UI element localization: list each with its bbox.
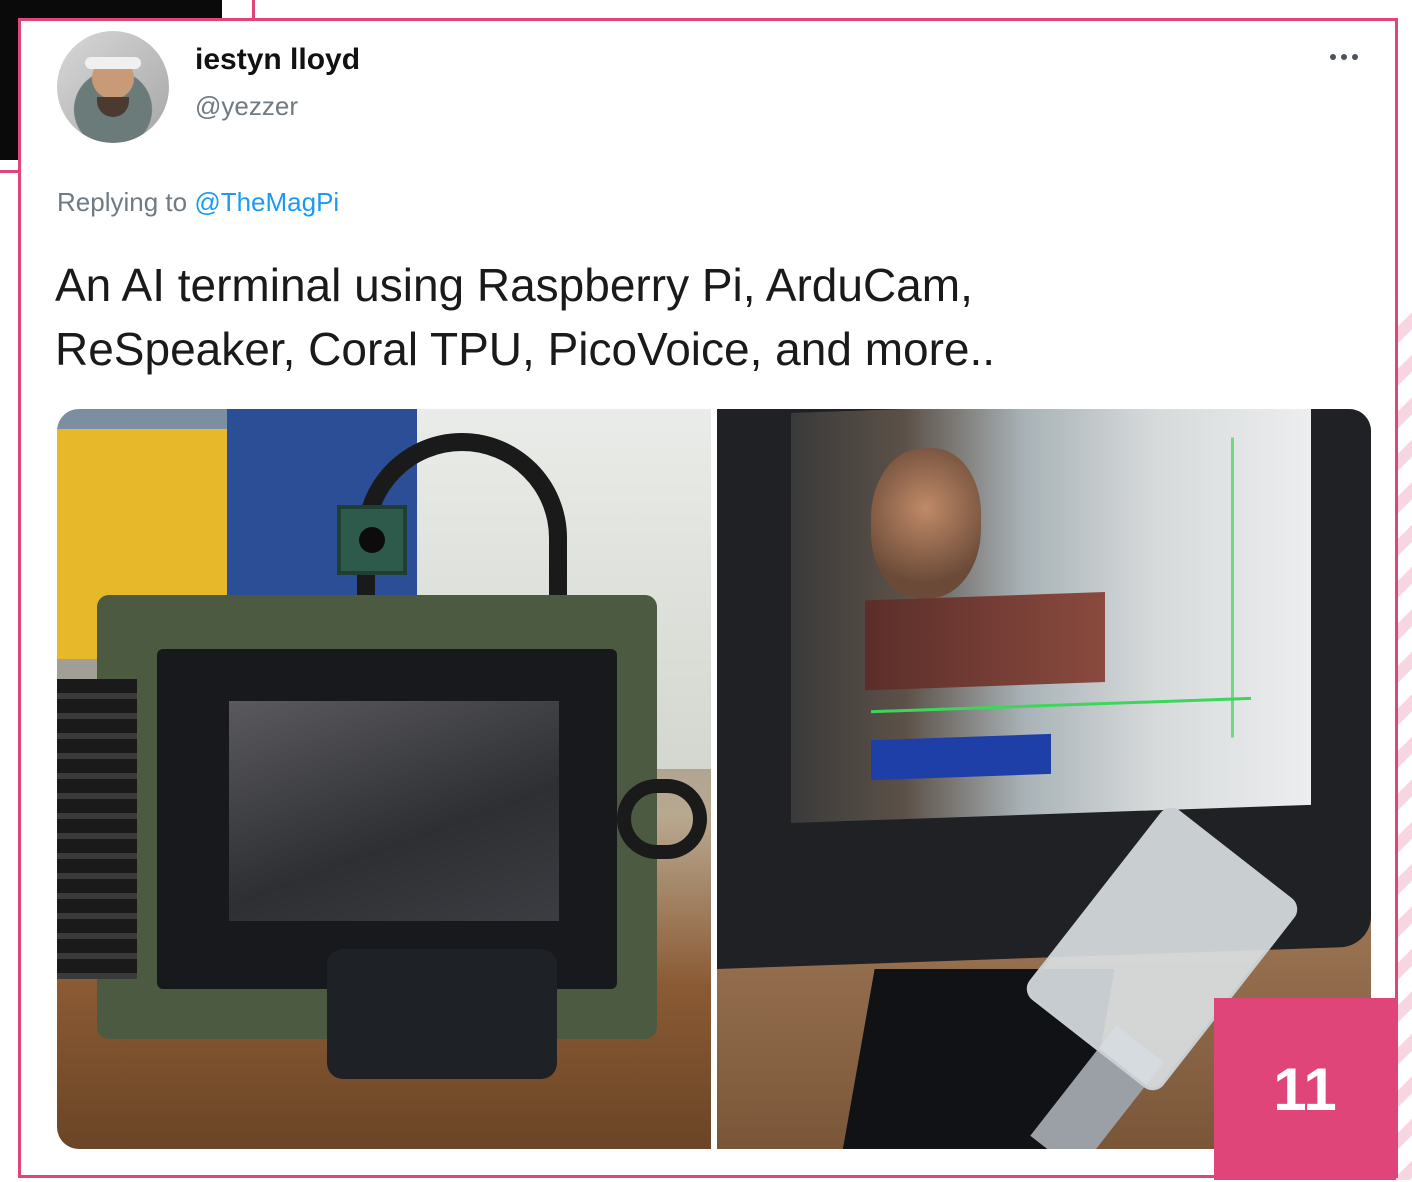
- photo-ai-terminal-front[interactable]: [57, 409, 711, 1149]
- photo-detail: [791, 409, 1311, 823]
- avatar-detail: [85, 57, 141, 69]
- decorative-rule: [0, 170, 20, 173]
- photo-detail: [359, 527, 385, 553]
- photo-detail: [871, 696, 1251, 714]
- author-handle[interactable]: @yezzer: [195, 91, 298, 122]
- dot: [1352, 54, 1358, 60]
- decorative-rule: [252, 0, 255, 20]
- replying-to-label: Replying to: [57, 187, 188, 217]
- page-canvas: iestyn lloyd @yezzer Replying to @TheMag…: [0, 0, 1412, 1182]
- dot: [1330, 54, 1336, 60]
- tweet-text-line: ReSpeaker, Coral TPU, PicoVoice, and mor…: [55, 323, 996, 375]
- dot: [1341, 54, 1347, 60]
- replying-to-mention-link[interactable]: @TheMagPi: [194, 187, 339, 217]
- photo-detail: [865, 592, 1105, 691]
- tweet-text-line: An AI terminal using Raspberry Pi, ArduC…: [55, 259, 973, 311]
- tweet-card: iestyn lloyd @yezzer Replying to @TheMag…: [18, 18, 1398, 1178]
- author-name[interactable]: iestyn lloyd: [195, 43, 360, 77]
- replying-to-line: Replying to @TheMagPi: [57, 187, 339, 218]
- page-number-badge: 11: [1214, 998, 1396, 1180]
- tweet-text: An AI terminal using Raspberry Pi, ArduC…: [55, 253, 1355, 381]
- avatar-detail: [97, 97, 129, 117]
- photo-detail: [229, 701, 559, 921]
- photo-detail: [871, 733, 1051, 781]
- photo-detail: [57, 679, 137, 979]
- photo-detail: [871, 446, 981, 601]
- tweet-media-grid: [57, 409, 1371, 1149]
- photo-detail: [617, 779, 707, 859]
- more-horizontal-icon[interactable]: [1321, 45, 1367, 69]
- photo-detail: [1231, 437, 1234, 738]
- author-avatar[interactable]: [57, 31, 169, 143]
- photo-detail: [327, 949, 557, 1079]
